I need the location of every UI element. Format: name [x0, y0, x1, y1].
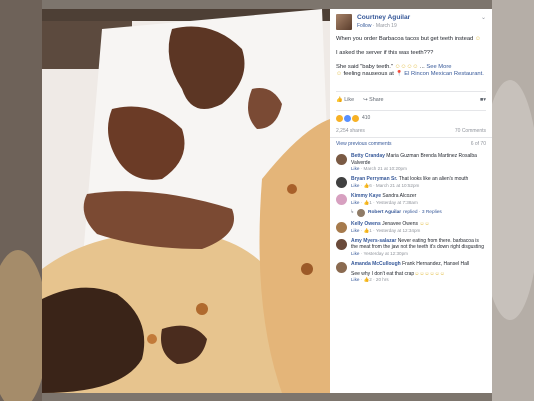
like-reaction-icon	[344, 114, 351, 122]
comment-time[interactable]: Yesterday at 12:34pm	[376, 228, 421, 233]
comment-like-link[interactable]: Like	[351, 277, 359, 282]
commenter-name[interactable]: Betty Cranday	[351, 153, 385, 159]
commenter-name[interactable]: Amy Myers-salazar	[351, 238, 396, 244]
comment-item: Amanda McCullough Frank Hernandez, Hanse…	[330, 259, 492, 285]
comment-time[interactable]: March 21 at 10:20pm	[364, 166, 407, 171]
author-name[interactable]: Courtney Aguilar	[357, 14, 410, 23]
comments-range: 6 of 70	[470, 141, 486, 148]
comment-text: Sandra Alcozer	[382, 193, 417, 200]
commenter-avatar[interactable]	[336, 177, 347, 189]
commenter-name[interactable]: Amanda McCullough	[351, 261, 401, 267]
comment-item: Kimmy Kaye Sandra Alcozer Like · 👍1 · Ye…	[330, 191, 492, 208]
commenter-name[interactable]: Bryan Perryman Sr.	[351, 176, 397, 182]
reply-avatar	[357, 208, 366, 217]
laughing-emojis-icon: ☺☺☺☺☺☺	[414, 270, 445, 277]
author-avatar[interactable]	[336, 14, 352, 30]
barbacoa-photo	[42, 9, 330, 393]
reply-author[interactable]: Robert Aguilar	[368, 210, 401, 216]
comment-like-count: 1	[369, 199, 372, 205]
commenter-avatar[interactable]	[336, 154, 347, 166]
wow-reaction-icon	[352, 114, 359, 122]
post-stats: 2,254 shares 70 Comments	[330, 126, 492, 139]
comment-like-count: 6	[369, 183, 372, 189]
follow-link[interactable]: Follow	[357, 23, 371, 29]
reply-arrow-icon: ↳	[350, 209, 355, 215]
replies-row[interactable]: ↳ Robert Aguilar replied · 3 Replies	[330, 208, 492, 219]
location-pin-icon: 📍	[395, 71, 403, 78]
reaction-count: 410	[362, 114, 371, 121]
page-avatar-dropdown[interactable]: ■▾	[480, 97, 486, 104]
feeling-emoji-icon: ☺	[336, 71, 342, 78]
see-more-link[interactable]: See More	[426, 64, 451, 70]
shares-count[interactable]: 2,254 shares	[336, 128, 365, 135]
comment-text: That looks like an alien's mouth	[398, 176, 469, 183]
previous-comments: View previous comments 6 of 70	[330, 138, 492, 151]
screenshot-frame: Courtney Aguilar Follow · March 19 ⌄ Whe…	[0, 0, 534, 401]
comment-time[interactable]: March 21 at 10:52pm	[376, 183, 419, 188]
commenter-avatar[interactable]	[336, 238, 347, 250]
comment-item: Kelly Owens Jenavee Owens ☺☺ Like · 👍1 ·…	[330, 219, 492, 236]
comment-time[interactable]: 20 hrs	[376, 277, 389, 282]
commenter-avatar[interactable]	[336, 262, 347, 274]
share-label: Share	[369, 97, 384, 104]
reactions-bar[interactable]: 410	[330, 111, 492, 126]
place-link[interactable]: El Rincon Mexican Restaurant.	[404, 71, 484, 77]
post-line-1: When you order Barbacoa tacos but get te…	[336, 36, 474, 42]
view-previous-comments-link[interactable]: View previous comments	[336, 141, 392, 148]
reply-count[interactable]: replied · 3 Replies	[403, 210, 442, 216]
dot-separator: ·	[372, 22, 375, 29]
feeling-text: feeling nauseous at	[343, 71, 394, 78]
comment-like-count: 1	[369, 227, 372, 233]
commenter-name[interactable]: Kelly Owens	[351, 221, 381, 227]
post-line-3: She said "baby teeth."	[336, 63, 393, 70]
like-label: Like	[344, 97, 355, 104]
comment-item: Amy Myers-salazar Never eating from ther…	[330, 236, 492, 259]
nauseated-emoji-icon: ☺	[474, 36, 481, 42]
post-date[interactable]: March 19	[376, 23, 397, 29]
post-actions: 👍 Like ↪ Share ■▾	[336, 91, 486, 111]
comment-like-link[interactable]: Like	[351, 183, 359, 188]
comment-time[interactable]: Yesterday at 12:30pm	[363, 251, 408, 256]
comment-like-link[interactable]: Like	[351, 228, 359, 233]
comment-item: Betty Cranday Maria Guzman Brenda Martin…	[330, 151, 492, 174]
comment-like-link[interactable]: Like	[351, 251, 359, 256]
comment-text: Jenavee Owens	[382, 220, 418, 227]
laughing-emoji-icon: ☺☺	[419, 220, 430, 227]
post-header: Courtney Aguilar Follow · March 19 ⌄	[330, 9, 492, 34]
comment-text-line-2: See why I don't eat that crap	[351, 270, 415, 277]
commenter-avatar[interactable]	[336, 221, 347, 233]
comment-item: Bryan Perryman Sr. That looks like an al…	[330, 174, 492, 191]
comment-like-count: 2	[369, 277, 372, 283]
chevron-down-icon[interactable]: ⌄	[481, 14, 486, 22]
like-button[interactable]: 👍 Like	[336, 97, 354, 104]
post-body: When you order Barbacoa tacos but get te…	[330, 34, 492, 87]
comment-like-link[interactable]: Like	[351, 166, 359, 171]
comments-count[interactable]: 70 Comments	[455, 128, 486, 135]
share-button[interactable]: ↪ Share	[363, 97, 383, 104]
nauseated-emojis-icon: ☺☺☺☺	[394, 63, 419, 70]
commenter-name[interactable]: Kimmy Kaye	[351, 193, 381, 199]
facebook-post-panel: Courtney Aguilar Follow · March 19 ⌄ Whe…	[330, 9, 492, 393]
comment-time[interactable]: Yesterday at 7:38am	[376, 200, 418, 205]
comment-text: Frank Hernandez, Hansel Hall	[402, 261, 470, 268]
post-line-2: I asked the server if this was teeth???	[336, 49, 434, 56]
haha-reaction-icon	[336, 114, 343, 122]
commenter-avatar[interactable]	[336, 194, 347, 206]
comment-like-link[interactable]: Like	[351, 200, 359, 205]
